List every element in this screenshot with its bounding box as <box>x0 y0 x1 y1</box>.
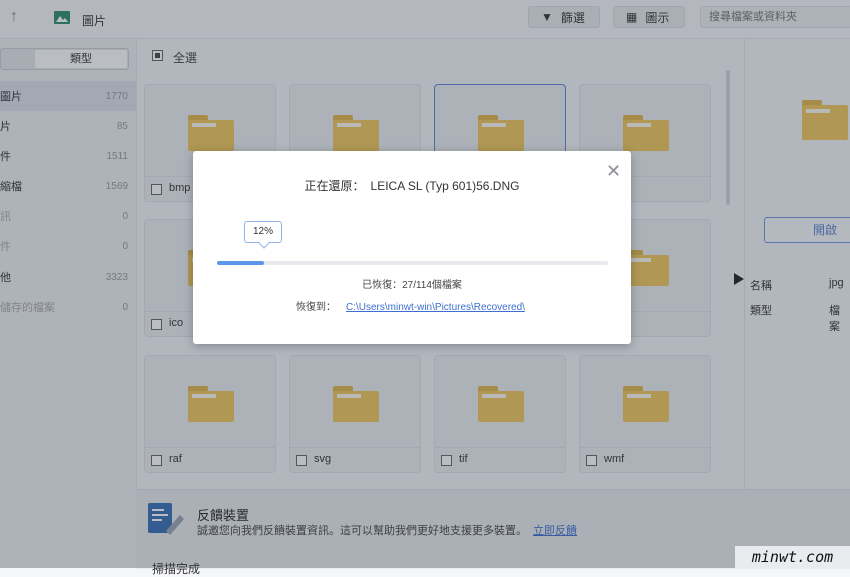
recover-path-link[interactable]: C:\Users\minwt-win\Pictures\Recovered\ <box>346 302 525 313</box>
recovered-count: 已恢復：27/114個檔案 <box>362 280 462 291</box>
progress-bar <box>217 261 608 265</box>
restoring-status: 正在還原： LEICA SL (Typ 601)56.DNG <box>193 177 631 194</box>
watermark: minwt.com <box>735 546 850 568</box>
recover-to-label: 恢復到： <box>296 302 336 313</box>
progress-fill <box>217 261 264 265</box>
restoring-label: 正在還原： <box>304 179 365 193</box>
progress-percent-bubble: 12% <box>244 221 282 243</box>
restoring-file: LEICA SL (Typ 601)56.DNG <box>370 179 520 193</box>
recover-to-line: 恢復到： C:\Users\minwt-win\Pictures\Recovere… <box>296 298 525 313</box>
